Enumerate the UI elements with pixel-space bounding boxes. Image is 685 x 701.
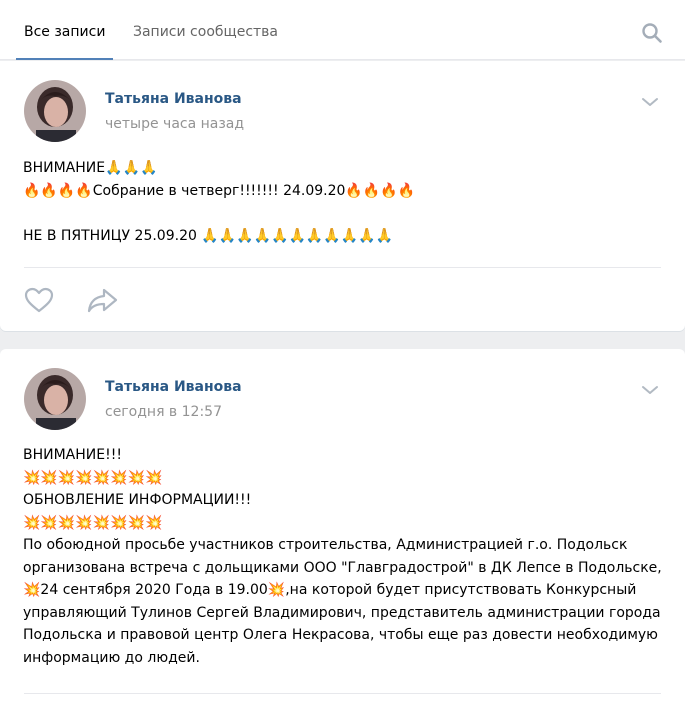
wall-post: Татьяна Иванова сегодня в 12:57 ВНИМАНИЕ… [0, 349, 685, 701]
post-time[interactable]: четыре часа назад [105, 116, 244, 132]
divider [24, 693, 661, 694]
post-author[interactable]: Татьяна Иванова [105, 91, 242, 107]
chevron-down-icon[interactable] [641, 93, 659, 106]
chevron-down-icon[interactable] [641, 381, 659, 394]
post-text: ВНИМАНИЕ!!! 💥💥💥💥💥💥💥💥 ОБНОВЛЕНИЕ ИНФОРМАЦ… [23, 447, 662, 666]
share-arrow-icon[interactable] [87, 287, 119, 313]
avatar[interactable] [24, 80, 86, 142]
divider [24, 267, 661, 268]
heart-icon[interactable] [24, 287, 54, 313]
post-author[interactable]: Татьяна Иванова [105, 379, 242, 395]
wall-post: Татьяна Иванова четыре часа назад ВНИМАН… [0, 61, 685, 331]
tab-all-posts[interactable]: Все записи [15, 0, 114, 60]
post-text: ВНИМАНИЕ🙏🙏🙏 🔥🔥🔥🔥Собрание в четверг!!!!!!… [23, 160, 416, 244]
post-time[interactable]: сегодня в 12:57 [105, 404, 222, 420]
avatar[interactable] [24, 368, 86, 430]
search-icon[interactable] [641, 22, 663, 44]
feed-tabs-bar: Все записи Записи сообщества [0, 0, 685, 60]
tab-community-posts[interactable]: Записи сообщества [133, 0, 278, 60]
